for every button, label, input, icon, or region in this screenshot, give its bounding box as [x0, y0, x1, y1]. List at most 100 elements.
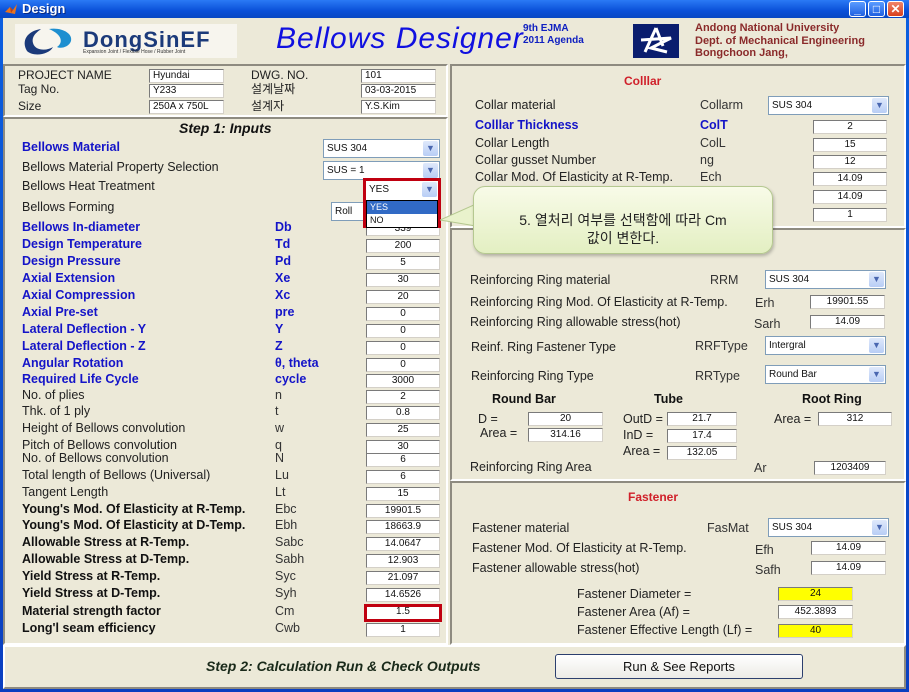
step1-row-input[interactable]: 0.8 [366, 406, 440, 420]
step1-row-input[interactable]: 19901.5 [366, 504, 440, 518]
step1-row-input[interactable]: 6 [366, 470, 440, 484]
step1-row-input[interactable]: 30 [366, 273, 440, 287]
collar-row-input[interactable]: 2 [813, 120, 887, 134]
ring-allow-symbol: Sarh [754, 317, 781, 331]
step1-row-symbol: Ebh [275, 518, 298, 532]
step1-row-input[interactable]: 6 [366, 453, 440, 467]
step1-row-input[interactable]: 0 [366, 307, 440, 321]
chevron-down-icon[interactable]: ▼ [423, 163, 438, 178]
step1-title: Step 1: Inputs [179, 120, 272, 136]
tube-ind-input[interactable]: 17.4 [667, 429, 737, 443]
chevron-down-icon[interactable]: ▼ [423, 141, 438, 156]
step1-row-input[interactable]: 200 [366, 239, 440, 253]
ring-area-symbol: Ar [754, 461, 767, 475]
chevron-down-icon[interactable]: ▼ [872, 98, 887, 113]
fastener-length-input[interactable]: 40 [778, 624, 853, 638]
ring-area-input[interactable]: 1203409 [814, 461, 886, 475]
step1-row-label: No. of Bellows convolution [22, 451, 169, 465]
collar-row-input[interactable]: 14.09 [813, 190, 887, 204]
close-button[interactable]: ✕ [887, 1, 904, 17]
collar-row-input[interactable]: 15 [813, 138, 887, 152]
tube-area-input[interactable]: 132.05 [667, 446, 737, 460]
step1-row-input[interactable]: 0 [366, 341, 440, 355]
project-name-input[interactable]: Hyundai [149, 69, 224, 83]
step1-row-symbol: n [275, 388, 282, 402]
collar-row-input[interactable]: 1 [813, 208, 887, 222]
step1-row-symbol: cycle [275, 372, 307, 386]
maximize-icon: □ [872, 2, 881, 16]
annotation-callout: 5. 열처리 여부를 선택함에 따라 Cm 값이 변한다. [473, 186, 773, 254]
step1-row-symbol: Xe [275, 271, 291, 285]
rb-d-input[interactable]: 20 [528, 412, 603, 426]
company-logo-icon [24, 28, 72, 55]
chevron-down-icon[interactable]: ▼ [869, 272, 884, 287]
fastener-mod-input[interactable]: 14.09 [811, 541, 886, 555]
bellows-material-select[interactable]: SUS 304 ▼ [323, 139, 440, 158]
step1-row-label: Allowable Stress at R-Temp. [22, 535, 190, 549]
step1-row-input[interactable]: 15 [366, 487, 440, 501]
step1-row-symbol: θ, theta [275, 356, 319, 370]
ring-area-label: Reinforcing Ring Area [470, 460, 592, 474]
dwg-input[interactable]: 101 [361, 69, 436, 83]
step1-row-input[interactable]: 12.903 [366, 554, 440, 568]
material-property-label: Bellows Material Property Selection [22, 160, 219, 174]
step1-row-input[interactable]: 14.0647 [366, 537, 440, 551]
collar-row-input[interactable]: 12 [813, 155, 887, 169]
collar-row-input[interactable]: 14.09 [813, 172, 887, 186]
step1-row-input[interactable]: 2 [366, 390, 440, 404]
tube-outd-input[interactable]: 21.7 [667, 412, 737, 426]
fastener-material-select[interactable]: SUS 304 ▼ [768, 518, 889, 537]
fastener-area-input[interactable]: 452.3893 [778, 605, 853, 619]
chevron-down-icon[interactable]: ▼ [869, 367, 884, 382]
step1-row-input[interactable]: 30 [366, 440, 440, 454]
root-area-input[interactable]: 312 [818, 412, 892, 426]
chevron-down-icon[interactable]: ▼ [422, 182, 437, 197]
run-reports-button[interactable]: Run & See Reports [555, 654, 803, 679]
material-property-value: SUS = 1 [327, 165, 365, 176]
chevron-down-icon[interactable]: ▼ [872, 520, 887, 535]
collar-material-select[interactable]: SUS 304 ▼ [768, 96, 889, 115]
step1-row-input[interactable]: 0 [366, 324, 440, 338]
minimize-button[interactable]: _ [849, 1, 866, 17]
fastener-material-label: Fastener material [472, 521, 570, 535]
option-yes[interactable]: YES [367, 201, 437, 214]
size-input[interactable]: 250A x 750L [149, 100, 224, 114]
university-name: Andong National University [695, 22, 840, 34]
step1-row-label: Allowable Stress at D-Temp. [22, 552, 190, 566]
step1-row-input[interactable]: 20 [366, 290, 440, 304]
ring-mod-label: Reinforcing Ring Mod. Of Elasticity at R… [470, 295, 728, 309]
heat-treatment-select[interactable]: YES ▼ [366, 181, 438, 200]
step1-row-label: Height of Bellows convolution [22, 421, 186, 435]
rb-area-label: Area = [480, 426, 518, 440]
tube-area-label: Area = [623, 444, 661, 458]
ring-material-select[interactable]: SUS 304 ▼ [765, 270, 886, 289]
maximize-button[interactable]: □ [868, 1, 885, 17]
step1-row-symbol: Sabh [275, 552, 305, 566]
ring-type-select[interactable]: Round Bar ▼ [765, 365, 886, 384]
rb-area-input[interactable]: 314.16 [528, 428, 603, 442]
tag-input[interactable]: Y233 [149, 84, 224, 98]
step1-row-input[interactable]: 1 [366, 623, 440, 637]
option-no[interactable]: NO [367, 214, 437, 227]
step1-row-input[interactable]: 0 [366, 358, 440, 372]
fastener-type-select[interactable]: Intergral ▼ [765, 336, 886, 355]
step1-row-input[interactable]: 1.5 [364, 604, 442, 622]
step1-row-label: Thk. of 1 ply [22, 404, 91, 418]
ring-mod-input[interactable]: 19901.55 [810, 295, 885, 309]
ring-allow-input[interactable]: 14.09 [810, 315, 885, 329]
step1-row-label: Young's Mod. Of Elasticity at D-Temp. [22, 518, 246, 532]
chevron-down-icon[interactable]: ▼ [869, 338, 884, 353]
forming-value: Roll [335, 206, 353, 217]
fastener-diameter-input[interactable]: 24 [778, 587, 853, 601]
step1-row-input[interactable]: 5 [366, 256, 440, 270]
callout-text: 5. 열처리 여부를 선택함에 따라 Cm 값이 변한다. [474, 211, 772, 247]
step1-row-input[interactable]: 14.6526 [366, 588, 440, 602]
title-bar[interactable]: Design _ □ ✕ [0, 0, 909, 18]
design-date-input[interactable]: 03-03-2015 [361, 84, 436, 98]
step1-row-input[interactable]: 25 [366, 423, 440, 437]
step1-row-input[interactable]: 18663.9 [366, 520, 440, 534]
designer-input[interactable]: Y.S.Kim [361, 100, 436, 114]
step1-row-input[interactable]: 3000 [366, 374, 440, 388]
fastener-allow-input[interactable]: 14.09 [811, 561, 886, 575]
step1-row-input[interactable]: 21.097 [366, 571, 440, 585]
